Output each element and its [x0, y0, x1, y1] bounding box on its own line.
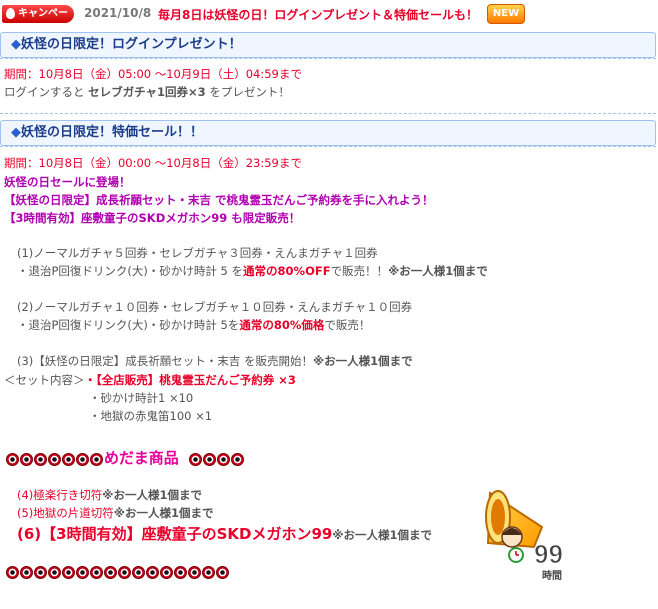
drop-icon — [6, 8, 15, 19]
new-badge: NEW — [487, 4, 525, 24]
eyeball-icon — [216, 566, 229, 579]
eyeball-row-left — [6, 453, 103, 466]
eyeball-icon — [104, 566, 117, 579]
sale-intro: 妖怪の日セールに登場！ — [4, 175, 131, 189]
megaphone-number: 99 — [534, 539, 563, 569]
eyeball-icon — [146, 566, 159, 579]
megaphone-label: 時間 — [542, 569, 562, 582]
sale-item-1: (1)ノーマルガチャ５回券・セレブガチャ３回券・えんまガチャ１回券 — [17, 246, 378, 260]
news-header: キャンペーン 2021/10/8 毎月8日は妖怪の日！ログインプレゼント＆特価セ… — [0, 4, 658, 37]
medama-title: めだま商品 — [104, 449, 179, 467]
eyeball-icon — [76, 566, 89, 579]
eyeball-row-right — [189, 453, 244, 466]
news-title: 毎月8日は妖怪の日！ログインプレゼント＆特価セールも！ — [158, 8, 478, 22]
sale-item-2: (2)ノーマルガチャ１０回券・セレブガチャ１０回券・えんまガチャ１０回券 — [17, 300, 413, 314]
eyeball-icon — [188, 566, 201, 579]
news-date: 2021/10/8 — [84, 6, 152, 20]
sale-period: 期間：10月8日（金）00:00 ～10月8日（金）23:59まで — [4, 156, 302, 170]
eyeball-icon — [90, 566, 103, 579]
eyeball-icon — [48, 566, 61, 579]
eyeball-row-bottom — [6, 566, 229, 579]
eyeball-icon — [62, 566, 75, 579]
eyeball-icon — [189, 453, 202, 466]
section-sale-title: ◆妖怪の日限定！特価セール！！ — [0, 120, 656, 146]
set-item-3: ・地獄の赤鬼笛100 ×1 — [89, 409, 213, 423]
eyeball-icon — [174, 566, 187, 579]
login-period: 期間：10月8日（金）05:00 ～10月9日（土）04:59まで — [4, 67, 302, 81]
divider — [0, 58, 656, 59]
medama-item-4: (4)極楽行き切符※お一人様1個まで — [17, 488, 202, 502]
sale-line-2: 【妖怪の日限定】成長祈願セット・末吉 で桃鬼霊玉だんご予約券を手に入れよう！ — [4, 193, 434, 207]
eyeball-icon — [118, 566, 131, 579]
eyeball-icon — [203, 453, 216, 466]
eyeball-icon — [34, 453, 47, 466]
divider — [0, 146, 656, 147]
divider — [0, 113, 656, 114]
megaphone-icon: 99 時間 — [485, 490, 563, 582]
eyeball-icon — [217, 453, 230, 466]
sale-item-1-detail: ・退治P回復ドリンク(大)・砂かけ時計 5 を通常の80%OFFで販売！！※お一… — [17, 264, 488, 278]
eyeball-icon — [76, 453, 89, 466]
login-body: ログインすると セレブガチャ1回券×3 をプレゼント！ — [4, 85, 290, 99]
set-contents: ＜セット内容＞・【全店販売】桃鬼霊玉だんご予約券 ×3 — [4, 373, 296, 387]
eyeball-icon — [34, 566, 47, 579]
eyeball-icon — [160, 566, 173, 579]
eyeball-icon — [6, 453, 19, 466]
eyeball-icon — [62, 453, 75, 466]
diamond-icon: ◆ — [11, 37, 21, 52]
eyeball-icon — [132, 566, 145, 579]
eyeball-icon — [20, 453, 33, 466]
eyeball-icon — [202, 566, 215, 579]
eyeball-icon — [231, 453, 244, 466]
medama-item-6: (6)【3時間有効】座敷童子のSKDメガホン99※お一人様1個まで — [17, 525, 433, 543]
eyeball-icon — [90, 453, 103, 466]
sale-line-3: 【3時間有効】座敷童子のSKDメガホン99 も限定販売！ — [4, 211, 301, 225]
campaign-badge: キャンペーン — [2, 5, 74, 37]
diamond-icon: ◆ — [11, 125, 21, 140]
eyeball-icon — [6, 566, 19, 579]
sale-item-3: (3)【妖怪の日限定】成長祈願セット・末吉 を販売開始！※お一人様1個まで — [17, 354, 413, 368]
eyeball-icon — [48, 453, 61, 466]
sale-item-2-detail: ・退治P回復ドリンク(大)・砂かけ時計 5を通常の80%価格で販売！ — [17, 318, 371, 332]
eyeball-icon — [20, 566, 33, 579]
medama-item-5: (5)地獄の片道切符※お一人様1個まで — [17, 506, 214, 520]
set-item-2: ・砂かけ時計1 ×10 — [89, 391, 194, 405]
section-login-title: ◆妖怪の日限定！ログインプレゼント！ — [0, 32, 656, 58]
